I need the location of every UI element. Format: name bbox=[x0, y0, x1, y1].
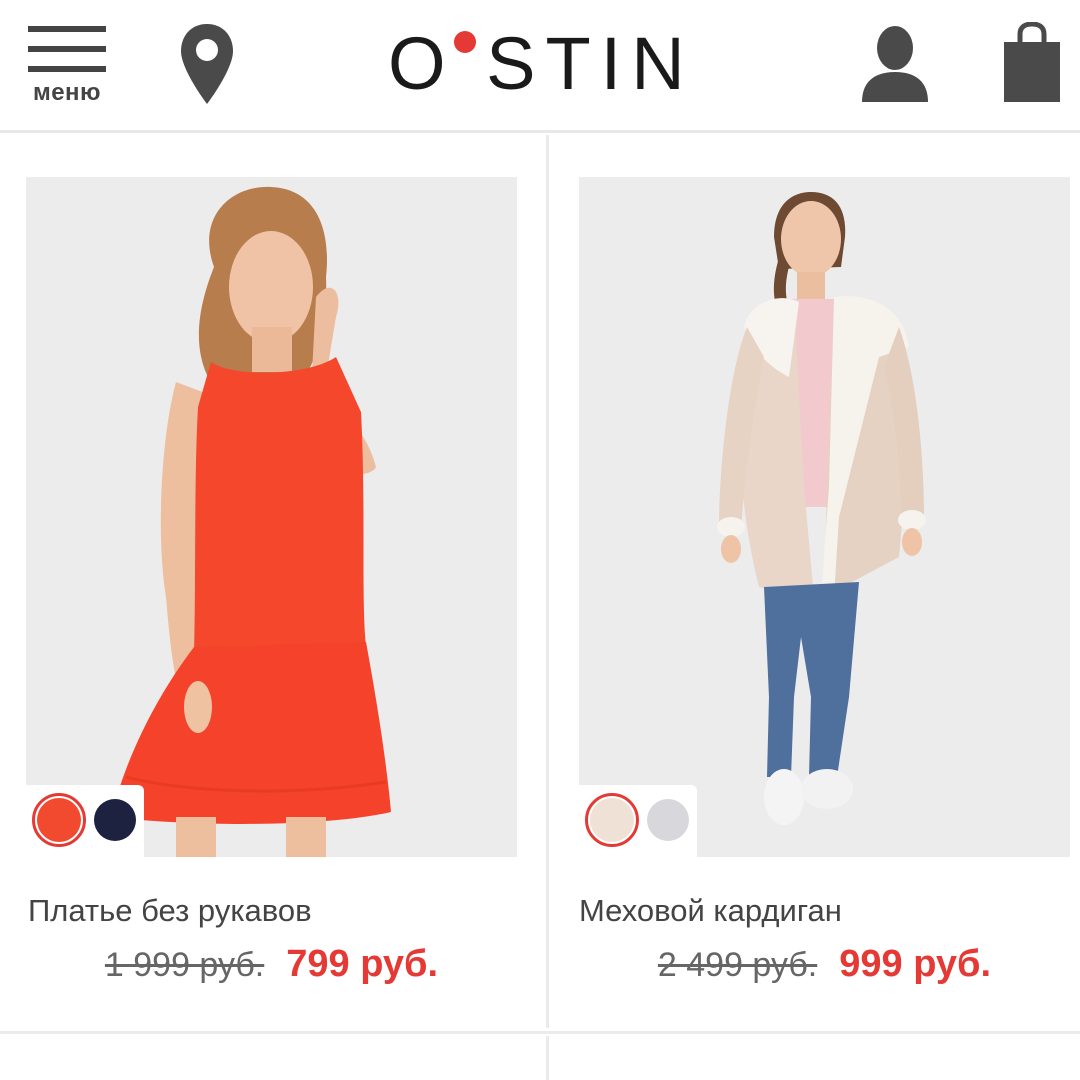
color-swatch-beige[interactable] bbox=[585, 793, 639, 847]
product-title[interactable]: Меховой кардиган bbox=[579, 893, 842, 929]
old-price: 2 499 руб. bbox=[657, 946, 818, 984]
grid-divider-horizontal bbox=[0, 1031, 1080, 1034]
menu-button[interactable]: меню bbox=[26, 26, 108, 110]
product-title[interactable]: Платье без рукавов bbox=[28, 893, 312, 929]
old-price: 1 999 руб. bbox=[104, 946, 265, 984]
header: меню O STIN bbox=[0, 0, 1080, 133]
product-photo-cardigan bbox=[579, 177, 1070, 857]
sale-price: 799 руб. bbox=[286, 943, 439, 985]
hamburger-menu-icon-bar bbox=[28, 46, 106, 52]
logo-wordmark: O STIN bbox=[388, 22, 695, 105]
product-image[interactable] bbox=[26, 177, 517, 857]
product-card[interactable]: Меховой кардиган 2 499 руб. 999 руб. bbox=[549, 135, 1080, 1031]
price-row: 1 999 руб. 799 руб. bbox=[26, 943, 517, 986]
account-button[interactable] bbox=[860, 24, 930, 104]
hamburger-menu-icon bbox=[28, 26, 106, 32]
hamburger-menu-icon-bar bbox=[28, 66, 106, 72]
color-swatches bbox=[579, 785, 697, 857]
shopping-bag-icon bbox=[1004, 21, 1060, 102]
price-row: 2 499 руб. 999 руб. bbox=[579, 943, 1070, 986]
grid-divider-vertical bbox=[546, 1036, 549, 1080]
sale-price: 999 руб. bbox=[839, 943, 992, 985]
logo-dot bbox=[454, 31, 476, 53]
store-locator-button[interactable] bbox=[178, 22, 236, 106]
color-swatch-light-gray[interactable] bbox=[647, 799, 689, 841]
color-swatch-red[interactable] bbox=[32, 793, 86, 847]
brand-logo[interactable]: O STIN bbox=[388, 22, 708, 105]
location-pin-icon bbox=[181, 24, 233, 104]
menu-label: меню bbox=[32, 79, 102, 106]
product-card[interactable]: Платье без рукавов 1 999 руб. 799 руб. bbox=[0, 135, 546, 1031]
product-photo-dress bbox=[26, 177, 517, 857]
user-icon bbox=[862, 26, 928, 102]
color-swatches bbox=[26, 785, 144, 857]
product-image[interactable] bbox=[579, 177, 1070, 857]
color-swatch-navy[interactable] bbox=[94, 799, 136, 841]
cart-button[interactable] bbox=[1000, 21, 1064, 104]
